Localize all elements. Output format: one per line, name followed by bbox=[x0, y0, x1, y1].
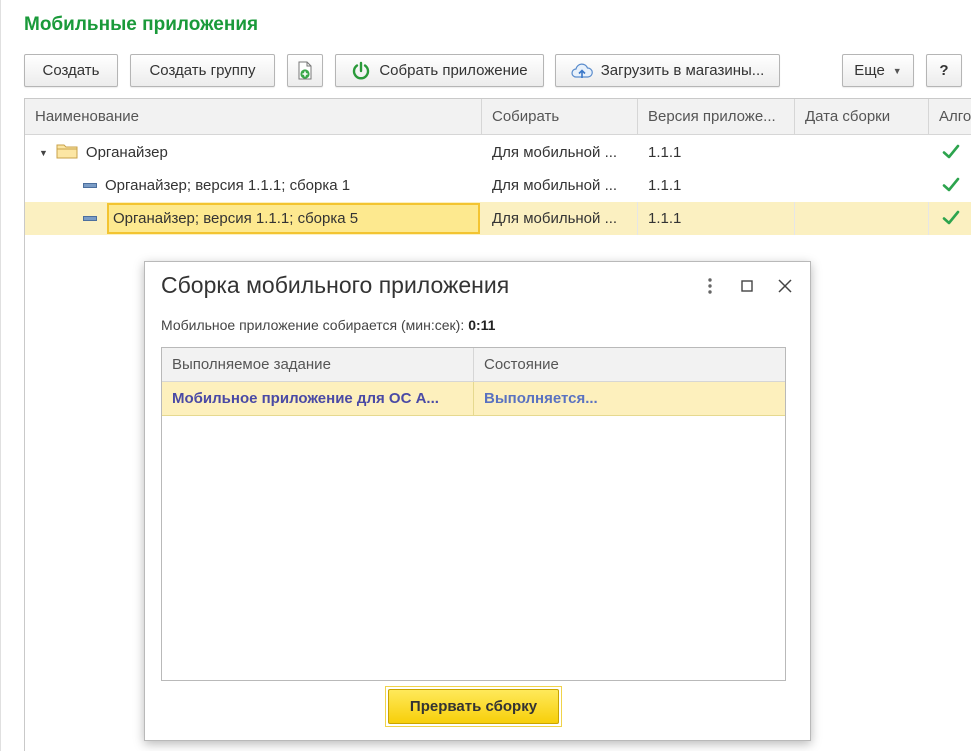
upload-to-stores-button-label: Загрузить в магазины... bbox=[600, 62, 765, 79]
abort-build-button[interactable]: Прервать сборку bbox=[388, 689, 559, 724]
task-name-cell: Мобильное приложение для ОС А... bbox=[162, 382, 474, 415]
name-cell-focused[interactable]: Органайзер; версия 1.1.1; сборка 5 bbox=[107, 203, 480, 234]
close-icon[interactable] bbox=[775, 276, 795, 296]
column-header-task[interactable]: Выполняемое задание bbox=[162, 348, 474, 382]
abort-button-focus: Прервать сборку bbox=[385, 686, 562, 727]
build-elapsed-time: 0:11 bbox=[468, 317, 496, 333]
table-row[interactable]: ▼ Органайзер Для мобильной ... 1.1.1 bbox=[25, 136, 971, 169]
build-status: Мобильное приложение собирается (мин:сек… bbox=[161, 317, 495, 333]
build-app-button[interactable]: Собрать приложение bbox=[335, 54, 544, 87]
build-status-label: Мобильное приложение собирается (мин:сек… bbox=[161, 317, 465, 333]
app-version-icon bbox=[83, 216, 97, 221]
upload-to-stores-button[interactable]: Загрузить в магазины... bbox=[555, 54, 780, 87]
page-title: Мобильные приложения bbox=[24, 14, 259, 35]
table-header: Наименование Собирать Версия приложе... … bbox=[25, 99, 971, 135]
more-actions-icon[interactable] bbox=[700, 276, 720, 296]
version-cell: 1.1.1 bbox=[638, 202, 795, 235]
row-name: Органайзер; версия 1.1.1; сборка 5 bbox=[113, 210, 359, 227]
build-dialog: Сборка мобильного приложения Мобильное п… bbox=[144, 261, 811, 741]
build-for-cell: Для мобильной ... bbox=[482, 202, 638, 235]
column-header-build-date[interactable]: Дата сборки bbox=[795, 99, 929, 135]
table-row-selected[interactable]: Органайзер; версия 1.1.1; сборка 5 Для м… bbox=[25, 202, 971, 235]
folder-icon bbox=[56, 143, 78, 163]
cloud-upload-icon bbox=[571, 62, 593, 80]
copy-button[interactable] bbox=[287, 54, 323, 87]
create-button-label: Создать bbox=[42, 62, 100, 79]
build-date-cell bbox=[795, 169, 929, 202]
task-table: Выполняемое задание Состояние Мобильное … bbox=[161, 347, 786, 681]
left-border bbox=[0, 0, 3, 751]
app-version-icon bbox=[83, 183, 97, 188]
row-icon-cell bbox=[83, 202, 97, 235]
name-cell: ▼ Органайзер bbox=[39, 136, 168, 169]
build-app-button-label: Собрать приложение bbox=[379, 62, 528, 79]
name-cell: Органайзер; версия 1.1.1; сборка 1 bbox=[83, 169, 350, 202]
column-header-build-for[interactable]: Собирать bbox=[482, 99, 638, 135]
create-group-button[interactable]: Создать группу bbox=[130, 54, 275, 87]
build-date-cell bbox=[795, 136, 929, 169]
maximize-icon[interactable] bbox=[737, 276, 757, 296]
more-menu-button[interactable]: Еще ▼ bbox=[842, 54, 914, 87]
create-button[interactable]: Создать bbox=[24, 54, 118, 87]
help-button[interactable]: ? bbox=[926, 54, 962, 87]
chevron-down-icon: ▼ bbox=[892, 65, 902, 76]
row-name: Органайзер; версия 1.1.1; сборка 1 bbox=[105, 177, 351, 194]
build-for-cell: Для мобильной ... bbox=[492, 177, 618, 194]
power-icon bbox=[351, 61, 371, 81]
task-table-header: Выполняемое задание Состояние bbox=[162, 348, 785, 382]
column-header-state[interactable]: Состояние bbox=[474, 348, 785, 382]
table-row[interactable]: Органайзер; версия 1.1.1; сборка 1 Для м… bbox=[25, 169, 971, 202]
build-date-cell bbox=[795, 202, 929, 235]
column-header-algorithm[interactable]: Алго bbox=[929, 99, 971, 135]
task-state-cell: Выполняется... bbox=[484, 390, 598, 407]
version-cell: 1.1.1 bbox=[648, 177, 682, 194]
checkmark-icon bbox=[942, 210, 960, 225]
column-header-version[interactable]: Версия приложе... bbox=[638, 99, 795, 135]
column-header-name[interactable]: Наименование bbox=[25, 99, 482, 135]
more-menu-button-label: Еще bbox=[854, 62, 885, 79]
task-row[interactable]: Мобильное приложение для ОС А... Выполня… bbox=[162, 382, 785, 416]
build-for-cell: Для мобильной ... bbox=[492, 144, 618, 161]
copy-add-icon bbox=[296, 61, 314, 81]
expand-arrow-icon[interactable]: ▼ bbox=[39, 148, 48, 158]
version-cell: 1.1.1 bbox=[648, 144, 682, 161]
create-group-button-label: Создать группу bbox=[149, 62, 256, 79]
checkmark-icon bbox=[942, 177, 960, 192]
help-button-label: ? bbox=[939, 62, 949, 79]
dialog-title: Сборка мобильного приложения bbox=[161, 272, 510, 298]
checkmark-icon bbox=[942, 144, 960, 159]
row-name: Органайзер bbox=[85, 144, 168, 161]
